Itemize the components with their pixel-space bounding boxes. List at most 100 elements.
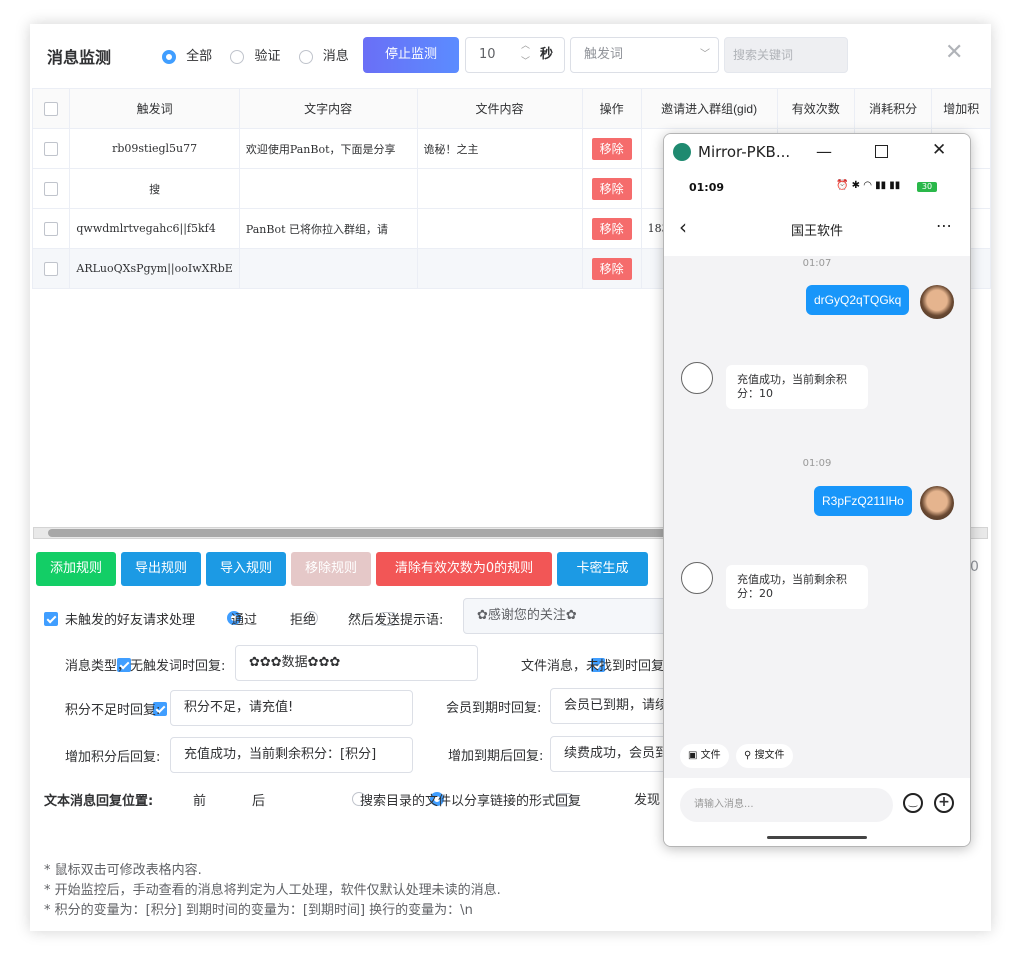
file-cell[interactable]: 诡秘！之主: [416, 128, 583, 169]
filter-verify-radio[interactable]: [230, 49, 245, 64]
file-msg-label: 文件消息，未找到时回复: [521, 659, 665, 674]
mirror-title-bar: Mirror-PKB... — ✕: [664, 134, 970, 172]
text-cell[interactable]: 欢迎使用PanBot，下面是分享: [238, 128, 418, 169]
import-rule-button[interactable]: 导入规则: [206, 552, 286, 586]
scrollbar-thumb[interactable]: [48, 529, 708, 537]
search-icon: ⚲: [744, 750, 752, 761]
mirror-window-title: Mirror-PKB...: [698, 143, 791, 161]
avatar[interactable]: [920, 486, 954, 520]
filter-message-label[interactable]: 消息: [323, 49, 349, 64]
position-label: 文本消息回复位置:: [44, 794, 154, 809]
incoming-message[interactable]: 充值成功，当前剩余积 分：20: [726, 565, 868, 609]
add-points-label: 增加积分后回复:: [65, 750, 161, 765]
maximize-icon[interactable]: [875, 145, 888, 158]
text-cell[interactable]: [238, 168, 418, 209]
before-label[interactable]: 前: [193, 790, 206, 809]
outgoing-message[interactable]: drGyQ2qTQGkq: [806, 285, 910, 315]
remove-button[interactable]: 移除: [591, 137, 632, 160]
file-cell[interactable]: [416, 248, 583, 289]
chat-title: 国王软件: [790, 224, 843, 239]
page-title: 消息监测: [47, 48, 112, 67]
incoming-message[interactable]: 充值成功，当前剩余积 分：10: [726, 365, 868, 409]
card-generate-button[interactable]: 卡密生成: [557, 552, 648, 586]
note-line: * 积分的变量为：[积分] 到期时间的变量为：[到期时间] 换行的变量为：\n: [44, 903, 473, 918]
select-all-cell: [31, 88, 71, 129]
search-dir-label: 搜索目录的文件以分享链接的形式回复: [360, 794, 582, 809]
trigger-cell[interactable]: ARLuoQXsPgym||ooIwXRbE: [69, 248, 240, 289]
close-icon[interactable]: ✕: [945, 42, 963, 64]
stop-monitor-button[interactable]: 停止监测: [363, 37, 459, 73]
row-checkbox[interactable]: [44, 261, 59, 276]
row-checkbox[interactable]: [44, 141, 59, 156]
bot-avatar[interactable]: [681, 562, 713, 594]
search-placeholder: 搜索关键词: [733, 48, 794, 62]
insufficient-label: 积分不足时回复:: [65, 703, 161, 718]
add-icon[interactable]: +: [934, 793, 954, 813]
remove-button[interactable]: 移除: [591, 217, 632, 240]
minimize-icon[interactable]: —: [816, 142, 832, 161]
column-header[interactable]: 邀请进入群组(gid): [640, 88, 778, 129]
column-header[interactable]: 消耗积分: [853, 88, 933, 129]
home-indicator: [767, 836, 867, 839]
text-cell[interactable]: PanBot 已将你拉入群组，请: [238, 208, 418, 249]
column-header[interactable]: 文字内容: [238, 88, 418, 129]
trigger-cell[interactable]: rb09stiegl5u77: [69, 128, 240, 169]
clear-zero-rules-button[interactable]: 清除有效次数为0的规则: [376, 552, 552, 586]
add-rule-button[interactable]: 添加规则: [36, 552, 116, 586]
column-header[interactable]: 文件内容: [416, 88, 583, 129]
file-icon: ▣: [688, 750, 698, 761]
message-input[interactable]: 请输入消息...: [680, 788, 893, 822]
bot-avatar[interactable]: [681, 362, 713, 394]
trigger-cell[interactable]: qwwdmlrtvegahc6||f5kf4: [69, 208, 240, 249]
file-chip[interactable]: ▣ 文件: [680, 744, 729, 768]
after-label[interactable]: 后: [252, 790, 265, 809]
select-all-checkbox[interactable]: [44, 101, 59, 116]
more-icon[interactable]: ⋯: [936, 216, 952, 235]
msg-type-input[interactable]: ✿✿✿数据✿✿✿: [235, 645, 478, 681]
found-label: 发现: [634, 793, 661, 808]
remove-rule-button[interactable]: 移除规则: [291, 552, 371, 586]
right-value: 0: [970, 559, 979, 575]
trigger-cell[interactable]: 搜: [69, 168, 240, 209]
text-cell[interactable]: [238, 248, 418, 289]
filter-all-label[interactable]: 全部: [186, 49, 212, 64]
friend-request-checkbox[interactable]: [44, 611, 58, 626]
remove-button[interactable]: 移除: [591, 177, 632, 200]
outgoing-message[interactable]: R3pFzQ211lHo: [814, 486, 912, 516]
add-expire-value: 续费成功，会员到: [564, 746, 669, 761]
pass-label[interactable]: 通过: [231, 609, 257, 628]
row-checkbox[interactable]: [44, 221, 59, 236]
filter-verify-label[interactable]: 验证: [254, 49, 280, 64]
insufficient-input[interactable]: 积分不足，请充值!: [170, 690, 413, 726]
column-header[interactable]: 有效次数: [776, 88, 855, 129]
reject-label[interactable]: 拒绝: [290, 609, 316, 628]
file-cell[interactable]: [416, 208, 583, 249]
chevron-down-icon[interactable]: ﹀: [521, 54, 530, 70]
search-file-chip[interactable]: ⚲ 搜文件: [736, 744, 793, 768]
filter-message-radio[interactable]: [298, 49, 313, 64]
msg-type-value: ✿✿✿数据✿✿✿: [249, 655, 341, 670]
file-chip-label: 文件: [700, 750, 721, 761]
trigger-select[interactable]: 触发词 ﹀: [570, 37, 719, 73]
message-time: 01:07: [802, 258, 832, 269]
add-points-input[interactable]: 充值成功，当前剩余积分：[积分]: [170, 737, 413, 773]
file-cell[interactable]: [416, 168, 583, 209]
phone-mirror-window: Mirror-PKB... — ✕ 01:09 ⏰ ✱ ◠ ▮▮ ▮▮ 30 ‹…: [663, 133, 971, 847]
interval-stepper[interactable]: 10 ︿ ﹀ 秒: [465, 37, 565, 73]
search-input[interactable]: 搜索关键词: [724, 37, 848, 73]
column-header[interactable]: 增加积: [931, 88, 991, 129]
remove-button[interactable]: 移除: [591, 257, 632, 280]
status-icons: ⏰ ✱ ◠ ▮▮ ▮▮: [836, 180, 901, 191]
add-expire-label: 增加到期后回复:: [448, 749, 544, 764]
incoming-line: 充值成功，当前剩余积: [737, 373, 847, 386]
close-icon[interactable]: ✕: [932, 140, 946, 160]
avatar[interactable]: [920, 285, 954, 319]
interval-unit: 秒: [540, 47, 554, 62]
emoji-icon[interactable]: ‿: [903, 793, 923, 813]
filter-all-radio[interactable]: [162, 49, 176, 64]
chevron-up-icon[interactable]: ︿: [521, 38, 530, 54]
column-header[interactable]: 触发词: [69, 88, 240, 129]
search-file-chip-label: 搜文件: [754, 750, 785, 761]
export-rule-button[interactable]: 导出规则: [121, 552, 201, 586]
row-checkbox[interactable]: [44, 181, 59, 196]
